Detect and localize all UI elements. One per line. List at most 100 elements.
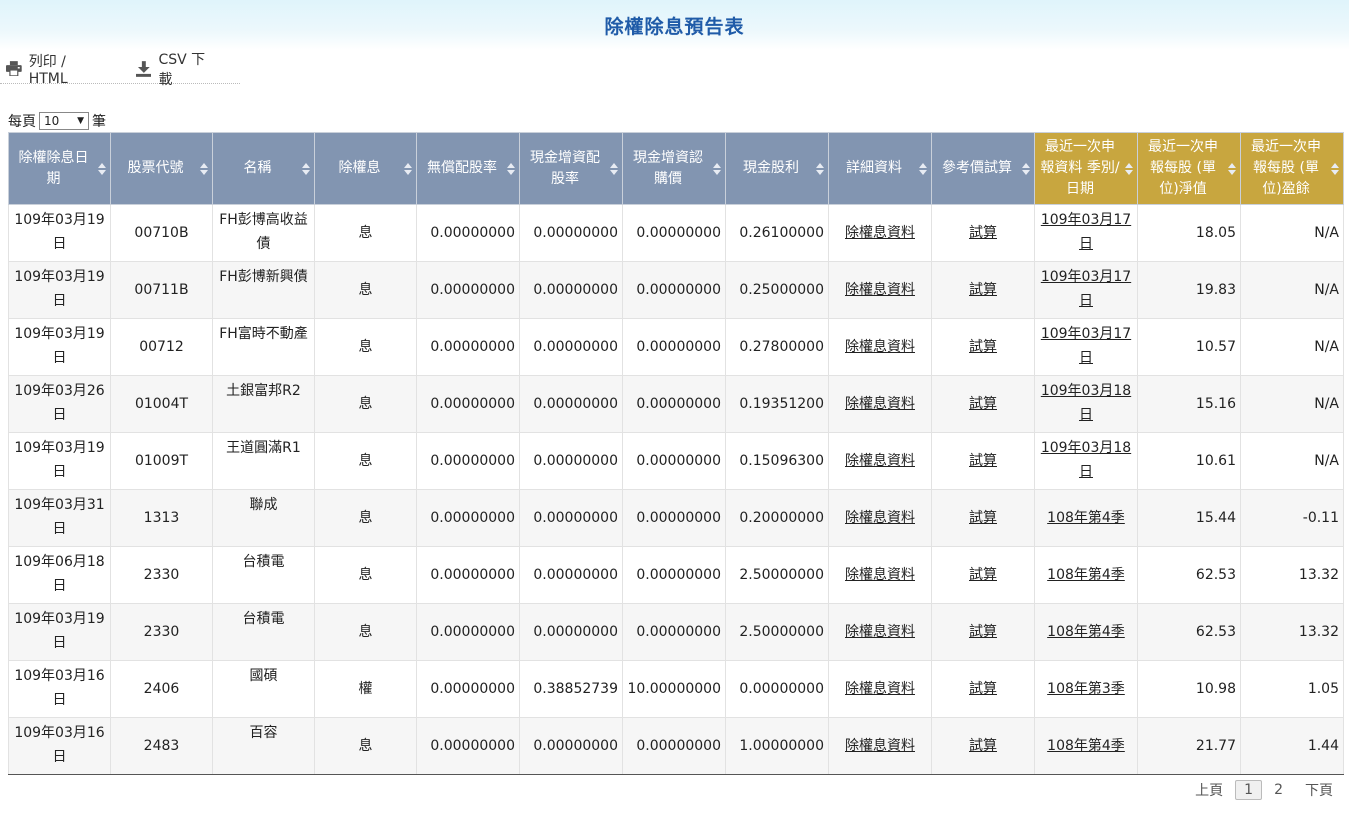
sort-arrows-icon[interactable] xyxy=(610,162,618,175)
report-link[interactable]: 109年03月18日 xyxy=(1041,383,1131,423)
page-1-button[interactable]: 1 xyxy=(1235,780,1263,800)
detail-link[interactable]: 除權息資料 xyxy=(845,624,915,640)
cell-ex-date: 109年03月26日 xyxy=(8,375,111,433)
report-link[interactable]: 109年03月17日 xyxy=(1041,269,1131,309)
cell-latest-eps: N/A xyxy=(1240,432,1344,490)
sort-arrows-icon[interactable] xyxy=(507,162,515,175)
header-ex-date[interactable]: 除權除息日期 xyxy=(8,132,111,205)
calc-link[interactable]: 試算 xyxy=(969,339,997,355)
sort-arrows-icon[interactable] xyxy=(200,162,208,175)
cell-type: 權 xyxy=(314,660,417,718)
cell-type: 息 xyxy=(314,375,417,433)
prev-page-button[interactable]: 上頁 xyxy=(1195,780,1223,800)
detail-link[interactable]: 除權息資料 xyxy=(845,282,915,298)
cell-cash-capital-rate: 0.00000000 xyxy=(519,432,623,490)
header-label: 最近一次申報資料 季別/日期 xyxy=(1040,139,1120,197)
header-latest-nav[interactable]: 最近一次申報每股 (單位)淨值 xyxy=(1137,132,1241,205)
per-page-select[interactable]: 10 ▼ xyxy=(39,112,89,130)
header-cash-dividend[interactable]: 現金股利 xyxy=(725,132,829,205)
sort-arrows-icon[interactable] xyxy=(1228,162,1236,175)
sort-arrows-icon[interactable] xyxy=(404,162,412,175)
cell-detail: 除權息資料 xyxy=(828,432,932,490)
calc-link[interactable]: 試算 xyxy=(969,453,997,469)
cell-latest-nav: 15.44 xyxy=(1137,489,1241,547)
sort-arrows-icon[interactable] xyxy=(713,162,721,175)
csv-download-button[interactable]: CSV 下載 xyxy=(135,49,218,89)
report-link[interactable]: 108年第3季 xyxy=(1047,681,1125,697)
header-name[interactable]: 名稱 xyxy=(212,132,315,205)
calc-link[interactable]: 試算 xyxy=(969,681,997,697)
table-row: 109年03月19日 01009T 王道圓滿R1 息 0.00000000 0.00000… xyxy=(8,432,1344,490)
header-label: 股票代號 xyxy=(127,160,184,176)
cell-subscription-price: 0.00000000 xyxy=(622,489,726,547)
header-latest-eps[interactable]: 最近一次申報每股 (單位)盈餘 xyxy=(1240,132,1344,205)
header-reference-calc[interactable]: 參考價試算 xyxy=(931,132,1035,205)
report-link[interactable]: 108年第4季 xyxy=(1047,567,1125,583)
cell-name: 土銀富邦R2 xyxy=(212,375,315,433)
cell-cash-dividend: 2.50000000 xyxy=(725,603,829,661)
cell-stock-code: 2406 xyxy=(110,660,213,718)
cell-type: 息 xyxy=(314,204,417,262)
cell-detail: 除權息資料 xyxy=(828,204,932,262)
detail-link[interactable]: 除權息資料 xyxy=(845,738,915,754)
calc-link[interactable]: 試算 xyxy=(969,282,997,298)
header-cash-capital-rate[interactable]: 現金增資配股率 xyxy=(519,132,623,205)
report-link[interactable]: 108年第4季 xyxy=(1047,510,1125,526)
sort-arrows-icon[interactable] xyxy=(1125,162,1133,175)
sort-arrows-icon[interactable] xyxy=(302,162,310,175)
cell-type: 息 xyxy=(314,261,417,319)
pagination: 上頁 1 2 下頁 xyxy=(1185,780,1333,800)
header-bonus-rate[interactable]: 無償配股率 xyxy=(416,132,520,205)
cell-bonus-rate: 0.00000000 xyxy=(416,318,520,376)
calc-link[interactable]: 試算 xyxy=(969,738,997,754)
sort-arrows-icon[interactable] xyxy=(816,162,824,175)
report-link[interactable]: 109年03月17日 xyxy=(1041,212,1131,252)
print-button[interactable]: 列印 / HTML xyxy=(6,51,108,87)
report-link[interactable]: 108年第4季 xyxy=(1047,624,1125,640)
cell-detail: 除權息資料 xyxy=(828,546,932,604)
report-link[interactable]: 109年03月18日 xyxy=(1041,440,1131,480)
header-label: 參考價試算 xyxy=(942,160,1012,176)
sort-arrows-icon[interactable] xyxy=(98,162,106,175)
detail-link[interactable]: 除權息資料 xyxy=(845,396,915,412)
header-stock-code[interactable]: 股票代號 xyxy=(110,132,213,205)
calc-link[interactable]: 試算 xyxy=(969,396,997,412)
page-2-button[interactable]: 2 xyxy=(1274,782,1283,798)
cell-type: 息 xyxy=(314,717,417,775)
cell-type: 息 xyxy=(314,546,417,604)
cell-name: 聯成 xyxy=(212,489,315,547)
detail-link[interactable]: 除權息資料 xyxy=(845,453,915,469)
sort-arrows-icon[interactable] xyxy=(1022,162,1030,175)
detail-link[interactable]: 除權息資料 xyxy=(845,567,915,583)
calc-link[interactable]: 試算 xyxy=(969,225,997,241)
cell-bonus-rate: 0.00000000 xyxy=(416,603,520,661)
calc-link[interactable]: 試算 xyxy=(969,567,997,583)
sort-arrows-icon[interactable] xyxy=(1331,162,1339,175)
detail-link[interactable]: 除權息資料 xyxy=(845,681,915,697)
cell-stock-code: 00710B xyxy=(110,204,213,262)
cell-cash-capital-rate: 0.00000000 xyxy=(519,261,623,319)
cell-bonus-rate: 0.00000000 xyxy=(416,432,520,490)
print-label: 列印 / HTML xyxy=(28,53,68,87)
report-link[interactable]: 108年第4季 xyxy=(1047,738,1125,754)
next-page-button[interactable]: 下頁 xyxy=(1305,780,1333,800)
calc-link[interactable]: 試算 xyxy=(969,624,997,640)
cell-subscription-price: 0.00000000 xyxy=(622,204,726,262)
table-row: 109年03月19日 2330 台積電息 0.00000000 0.00000000 0.… xyxy=(8,603,1344,661)
cell-type: 息 xyxy=(314,489,417,547)
header-latest-report[interactable]: 最近一次申報資料 季別/日期 xyxy=(1034,132,1138,205)
cell-ex-date: 109年03月19日 xyxy=(8,261,111,319)
header-detail[interactable]: 詳細資料 xyxy=(828,132,932,205)
table-row: 109年03月19日 00712 FH富時不動產息 0.00000000 0.00000… xyxy=(8,318,1344,376)
cell-ex-date: 109年03月16日 xyxy=(8,717,111,775)
calc-link[interactable]: 試算 xyxy=(969,510,997,526)
header-type[interactable]: 除權息 xyxy=(314,132,417,205)
detail-link[interactable]: 除權息資料 xyxy=(845,339,915,355)
header-subscription-price[interactable]: 現金增資認購價 xyxy=(622,132,726,205)
report-link[interactable]: 109年03月17日 xyxy=(1041,326,1131,366)
sort-arrows-icon[interactable] xyxy=(919,162,927,175)
cell-bonus-rate: 0.00000000 xyxy=(416,261,520,319)
cell-cash-dividend: 2.50000000 xyxy=(725,546,829,604)
detail-link[interactable]: 除權息資料 xyxy=(845,510,915,526)
detail-link[interactable]: 除權息資料 xyxy=(845,225,915,241)
